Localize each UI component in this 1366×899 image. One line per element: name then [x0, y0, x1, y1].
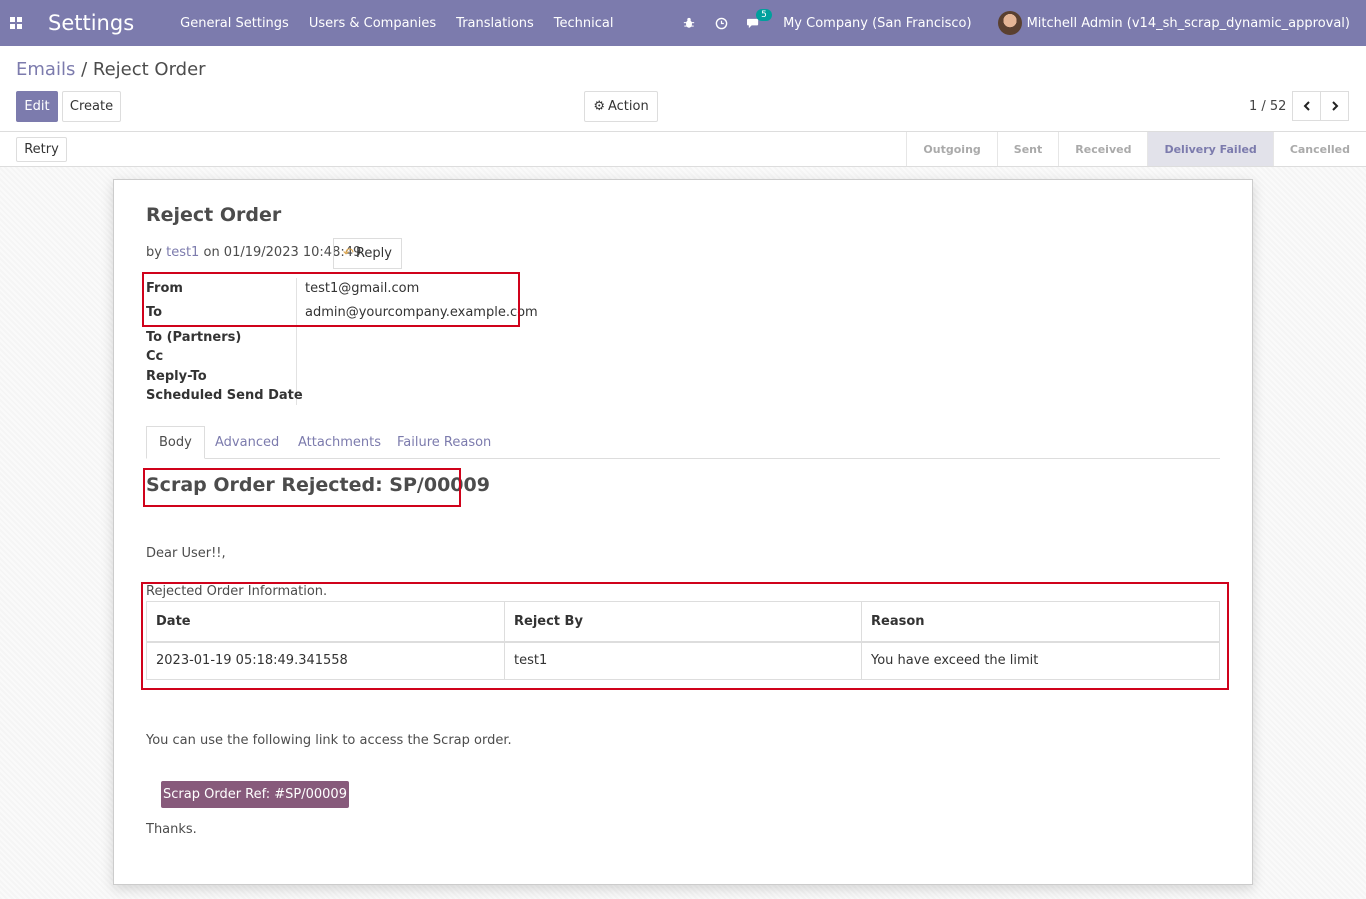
- tab-advanced[interactable]: Advanced: [215, 426, 279, 459]
- scrap-order-ref-button[interactable]: Scrap Order Ref: #SP/00009: [161, 781, 349, 808]
- stage-sent: Sent: [996, 132, 1058, 166]
- messages-icon[interactable]: 5: [746, 8, 772, 30]
- breadcrumb-current: Reject Order: [92, 59, 206, 80]
- app-title[interactable]: Settings: [48, 11, 134, 35]
- author-link[interactable]: test1: [166, 245, 199, 260]
- control-panel: Emails / Reject Order Edit Create ⚙ Acti…: [0, 46, 1366, 132]
- apps-menu-icon[interactable]: [0, 0, 32, 46]
- to-partners-label: To (Partners): [146, 330, 242, 345]
- cc-label: Cc: [146, 349, 164, 364]
- breadcrumb-emails-link[interactable]: Emails: [16, 59, 75, 80]
- highlight-from-to: [142, 272, 520, 327]
- greeting-text: Dear User!!,: [146, 546, 226, 561]
- message-title: Reject Order: [146, 204, 282, 226]
- reply-icon: ↶: [343, 246, 354, 261]
- menu-users-companies[interactable]: Users & Companies: [309, 16, 436, 31]
- pager-value[interactable]: 1 / 52: [1249, 99, 1286, 114]
- user-menu[interactable]: Mitchell Admin (v14_sh_scrap_dynamic_app…: [1027, 16, 1350, 31]
- chevron-left-icon: [1303, 101, 1310, 111]
- tab-failure-reason[interactable]: Failure Reason: [397, 426, 491, 459]
- scheduled-send-date-label: Scheduled Send Date: [146, 388, 303, 403]
- gear-icon: ⚙: [593, 99, 605, 114]
- bug-icon[interactable]: [682, 16, 696, 30]
- reply-label: Reply: [355, 246, 392, 261]
- main-menu: General Settings Users & Companies Trans…: [180, 16, 633, 31]
- tab-attachments[interactable]: Attachments: [298, 426, 381, 459]
- menu-translations[interactable]: Translations: [456, 16, 534, 31]
- chevron-right-icon: [1331, 101, 1338, 111]
- stage-cancelled: Cancelled: [1272, 132, 1366, 166]
- access-link-text: You can use the following link to access…: [146, 733, 512, 748]
- create-button[interactable]: Create: [62, 91, 121, 122]
- clock-icon[interactable]: [714, 16, 728, 30]
- navbar-systray: 5 My Company (San Francisco) Mitchell Ad…: [682, 0, 1366, 46]
- stage-delivery-failed: Delivery Failed: [1147, 132, 1273, 166]
- notebook-tabs: Body Advanced Attachments Failure Reason: [146, 426, 1220, 459]
- by-prefix: by: [146, 245, 162, 260]
- highlight-heading: [143, 468, 461, 507]
- stage-pipeline: Outgoing Sent Received Delivery Failed C…: [906, 132, 1366, 166]
- action-label: Action: [607, 99, 649, 114]
- stage-outgoing: Outgoing: [906, 132, 996, 166]
- pager-previous-button[interactable]: [1292, 91, 1321, 121]
- reply-to-label: Reply-To: [146, 369, 207, 384]
- menu-general-settings[interactable]: General Settings: [180, 16, 289, 31]
- stage-received: Received: [1058, 132, 1147, 166]
- retry-button[interactable]: Retry: [16, 137, 67, 162]
- breadcrumb-separator: /: [81, 59, 88, 80]
- menu-technical[interactable]: Technical: [554, 16, 614, 31]
- status-bar: Retry Outgoing Sent Received Delivery Fa…: [0, 132, 1366, 167]
- breadcrumb: Emails / Reject Order: [16, 59, 206, 80]
- highlight-order-table: [141, 582, 1229, 690]
- reply-button[interactable]: ↶ Reply: [333, 238, 402, 269]
- thanks-text: Thanks.: [146, 822, 197, 837]
- tab-body[interactable]: Body: [146, 426, 205, 459]
- action-button[interactable]: ⚙ Action: [584, 91, 658, 122]
- message-byline: by test1 on 01/19/2023 10:48:49: [146, 245, 361, 260]
- pager-next-button[interactable]: [1320, 91, 1349, 121]
- user-avatar[interactable]: [997, 11, 1022, 35]
- top-navbar: Settings General Settings Users & Compan…: [0, 0, 1366, 46]
- edit-button[interactable]: Edit: [16, 91, 58, 122]
- messages-count-badge: 5: [756, 8, 772, 21]
- company-switcher[interactable]: My Company (San Francisco): [783, 16, 971, 31]
